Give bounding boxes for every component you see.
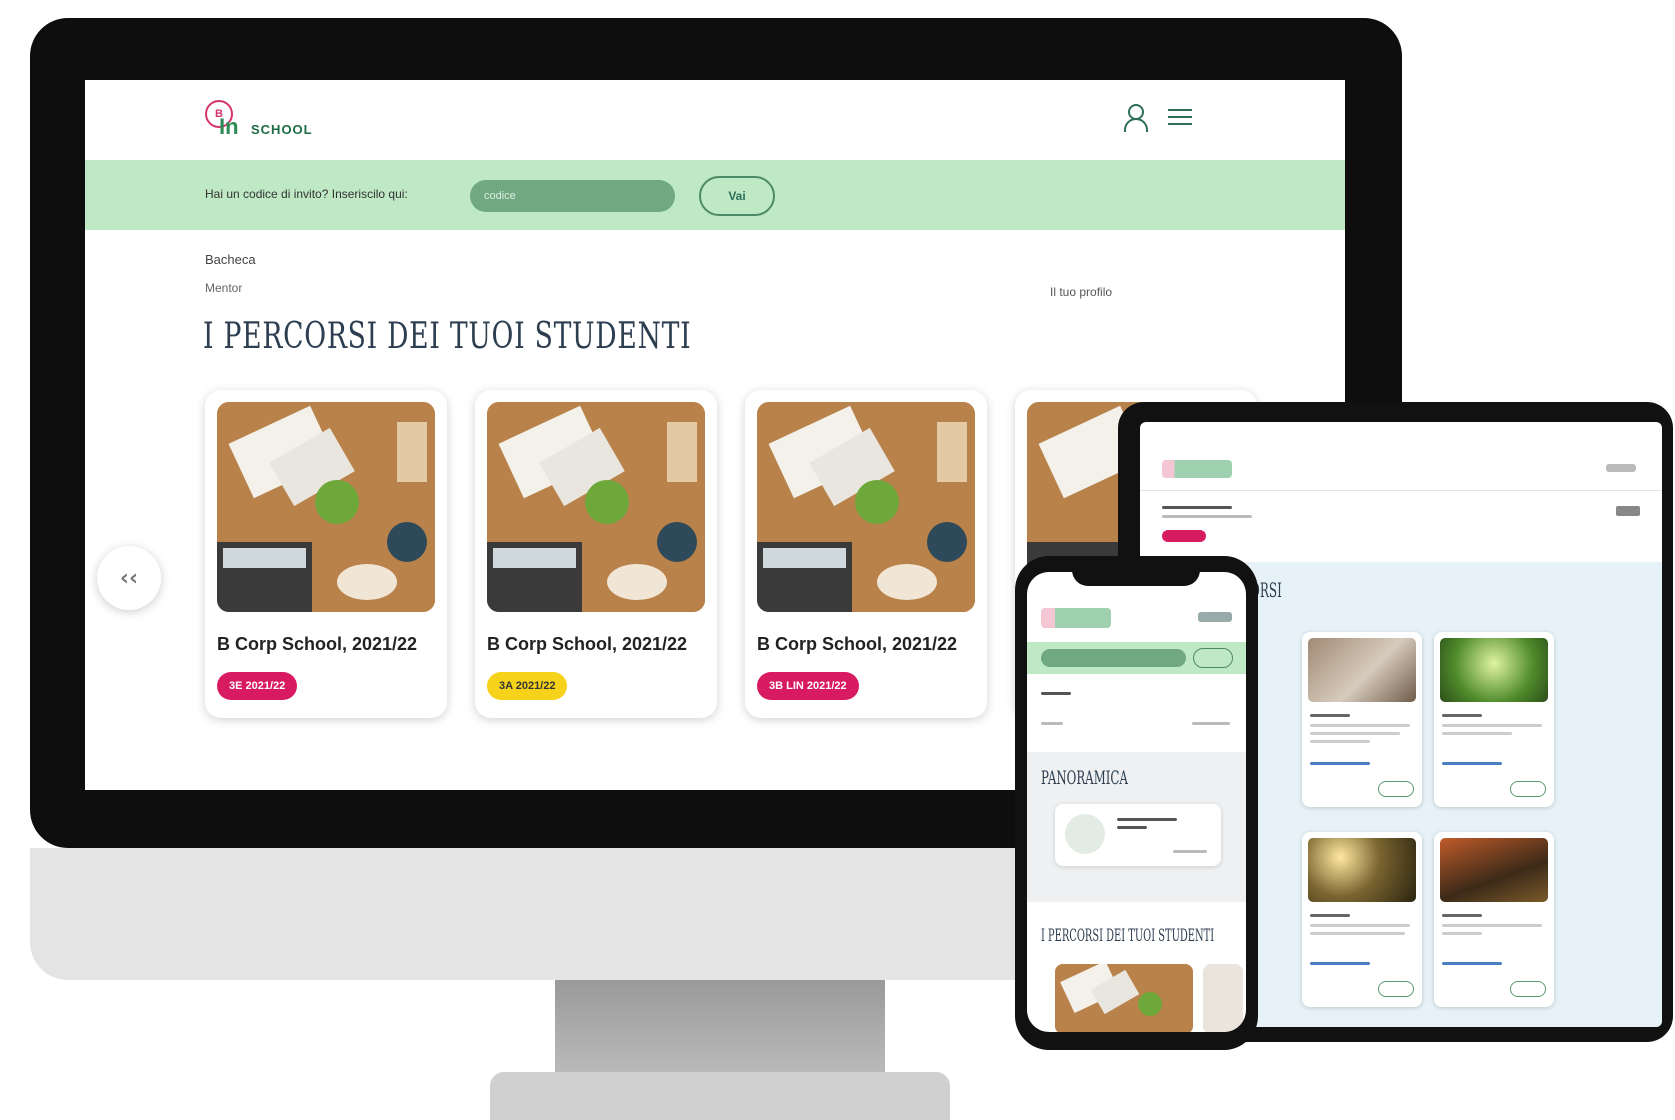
phone-screen: PANORAMICA I PERCORSI DEI TUOI STUDENTI <box>1027 572 1246 1032</box>
globe-icon <box>1065 814 1105 854</box>
phone-section-title: I PERCORSI DEI TUOI STUDENTI <box>1041 926 1215 946</box>
breadcrumb-bacheca[interactable]: Bacheca <box>205 252 256 267</box>
course-card[interactable]: B Corp School, 2021/22 3B LIN 2021/22 <box>745 390 987 718</box>
phone-invite-button[interactable] <box>1193 648 1233 668</box>
site-header: B In SCHOOL <box>85 80 1345 160</box>
phone-course-photo[interactable] <box>1055 964 1193 1032</box>
page-title: I PERCORSI DEI TUOI STUDENTI <box>203 316 692 357</box>
tablet-org-line <box>1162 506 1232 509</box>
course-card-title: B Corp School, 2021/22 <box>757 634 958 654</box>
logo-in-text: In <box>219 114 239 139</box>
invite-code-bar: Hai un codice di invito? Inseriscilo qui… <box>85 160 1345 230</box>
tablet-header-icons <box>1606 464 1636 472</box>
user-icon[interactable] <box>1119 102 1149 132</box>
phone-notch <box>1072 562 1200 586</box>
invite-prompt: Hai un codice di invito? Inseriscilo qui… <box>205 187 408 201</box>
course-photo <box>217 402 435 612</box>
course-card[interactable]: B Corp School, 2021/22 3A 2021/22 <box>475 390 717 718</box>
phone-logo <box>1041 608 1111 628</box>
carousel-prev-button[interactable]: ‹‹ <box>97 546 161 610</box>
invite-submit-button[interactable]: Vai <box>699 176 775 216</box>
monitor-stand-base <box>490 1072 950 1120</box>
brand-logo[interactable]: B In SCHOOL <box>205 98 355 148</box>
breadcrumb-role: Mentor <box>205 281 243 295</box>
tablet-lesson-card[interactable] <box>1302 832 1422 1007</box>
course-card[interactable]: B Corp School, 2021/22 3E 2021/22 <box>205 390 447 718</box>
phone-invite-bar <box>1027 642 1246 674</box>
tablet-lesson-card[interactable] <box>1434 832 1554 1007</box>
hamburger-menu-icon[interactable] <box>1165 102 1195 132</box>
monitor-stand <box>555 980 885 1080</box>
tablet-sub-line <box>1162 515 1252 518</box>
course-card-title: B Corp School, 2021/22 <box>217 634 418 654</box>
tablet-badge <box>1162 530 1206 542</box>
tablet-divider <box>1140 490 1662 491</box>
invite-code-input[interactable] <box>470 180 675 212</box>
phone-overview-card[interactable] <box>1055 804 1221 866</box>
class-badge: 3A 2021/22 <box>487 672 568 700</box>
phone-course-photo-partial <box>1203 964 1243 1032</box>
course-photo <box>487 402 705 612</box>
phone-invite-input[interactable] <box>1041 649 1186 667</box>
phone-breadcrumb <box>1041 692 1071 695</box>
phone-panorama-title: PANORAMICA <box>1041 767 1128 789</box>
tablet-lesson-card[interactable] <box>1302 632 1422 807</box>
logo-school-text: SCHOOL <box>251 122 313 137</box>
course-card-title: B Corp School, 2021/22 <box>487 634 688 654</box>
class-badge: 3E 2021/22 <box>217 672 298 700</box>
tablet-actions <box>1616 506 1640 516</box>
profile-link[interactable]: Il tuo profilo <box>1050 285 1112 299</box>
phone-profile-link <box>1192 722 1230 725</box>
header-actions <box>1119 102 1195 132</box>
tablet-lesson-card[interactable] <box>1434 632 1554 807</box>
phone-role <box>1041 722 1063 725</box>
class-badge: 3B LIN 2021/22 <box>757 672 859 700</box>
phone-header-icons <box>1198 612 1232 622</box>
course-photo <box>757 402 975 612</box>
tablet-logo <box>1162 460 1232 478</box>
